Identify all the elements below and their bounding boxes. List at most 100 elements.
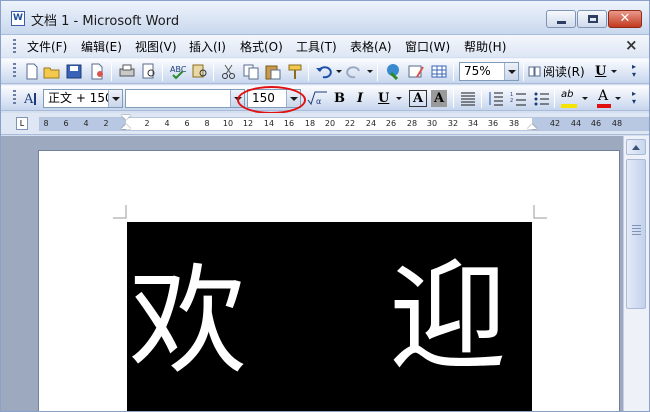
minimize-button[interactable] <box>546 10 576 28</box>
bullets-icon[interactable] <box>533 90 551 107</box>
document-char-huan: 欢 <box>129 252 248 390</box>
toolbar-separator <box>111 63 112 81</box>
highlight-dropdown-icon[interactable] <box>582 97 588 100</box>
underline-style-dropdown-icon[interactable] <box>611 70 617 73</box>
underline-button[interactable]: U <box>378 90 389 107</box>
paste-icon[interactable] <box>264 63 282 80</box>
ruler-tick: 20 <box>324 119 336 128</box>
svg-text:2: 2 <box>510 98 513 104</box>
tab-selector-button[interactable]: L <box>16 117 28 130</box>
first-line-indent-marker[interactable] <box>121 115 131 120</box>
menu-tools[interactable]: 工具(T) <box>296 38 337 55</box>
format-painter-icon[interactable] <box>286 63 304 80</box>
formatting-options-chevron-icon[interactable]: ▸ ▾ <box>632 90 640 108</box>
highlight-button[interactable]: ab <box>560 89 580 109</box>
redo-dropdown-icon[interactable] <box>367 70 373 73</box>
cut-icon[interactable] <box>220 63 238 80</box>
font-size-highlight-circle <box>237 86 306 114</box>
insert-table-icon[interactable] <box>430 63 448 80</box>
ruler-tick: 46 <box>590 119 602 128</box>
hanging-indent-marker[interactable] <box>121 124 131 129</box>
zoom-combo[interactable]: 75% <box>459 62 519 81</box>
zoom-value: 75% <box>464 64 491 78</box>
menu-grip-handle[interactable] <box>13 39 16 53</box>
print-icon[interactable] <box>118 63 136 80</box>
scroll-up-button[interactable] <box>626 139 646 155</box>
menu-edit[interactable]: 编辑(E) <box>81 38 122 55</box>
menu-format[interactable]: 格式(O) <box>240 38 283 55</box>
new-document-icon[interactable] <box>23 63 41 80</box>
undo-dropdown-icon[interactable] <box>336 70 342 73</box>
equation-editor-icon[interactable]: α <box>306 90 328 107</box>
menu-window[interactable]: 窗口(W) <box>405 38 450 55</box>
document-close-button[interactable]: × <box>625 36 638 54</box>
formatting-toolbar-grip[interactable] <box>13 90 16 104</box>
formatting-toolbar: A 正文 + 150 150 α B I U A A 12 ab A ▸ ▾ <box>1 85 649 111</box>
close-window-button[interactable]: ✕ <box>608 10 642 28</box>
permission-icon[interactable] <box>88 63 106 80</box>
undo-icon[interactable] <box>315 63 333 80</box>
styles-formatting-icon[interactable]: A <box>23 90 41 107</box>
style-combo[interactable]: 正文 + 150 <box>43 89 123 108</box>
ruler-tick: 2 <box>103 119 109 128</box>
toolbar-separator <box>162 63 163 81</box>
ruler-bar[interactable]: 8 6 4 2 2 4 6 8 10 12 14 16 18 20 22 24 … <box>39 115 649 131</box>
ruler-tick: 24 <box>365 119 377 128</box>
read-mode-button[interactable]: 阅读(R) <box>543 63 585 80</box>
standard-toolbar-grip[interactable] <box>13 63 16 77</box>
ruler-tick: 12 <box>242 119 254 128</box>
ruler-tick: 6 <box>63 119 69 128</box>
redo-icon[interactable] <box>345 63 363 80</box>
toolbar-options-chevron-icon[interactable]: ▸ ▾ <box>632 63 640 81</box>
window-title: 文档 1 - Microsoft Word <box>31 14 180 29</box>
menu-insert[interactable]: 插入(I) <box>189 38 226 55</box>
hyperlink-icon[interactable] <box>385 63 403 80</box>
bold-button[interactable]: B <box>334 90 345 107</box>
margin-corner-mark <box>533 205 547 219</box>
copy-icon[interactable] <box>242 63 260 80</box>
vertical-scrollbar[interactable] <box>623 136 649 411</box>
style-dropdown-icon[interactable] <box>108 90 122 107</box>
style-value: 正文 + 150 <box>48 91 113 105</box>
title-bar[interactable]: W 文档 1 - Microsoft Word ✕ <box>1 1 649 35</box>
highlight-color-bar <box>561 104 577 108</box>
open-folder-icon[interactable] <box>43 63 61 80</box>
research-icon[interactable] <box>191 63 209 80</box>
tables-borders-icon[interactable] <box>407 63 425 80</box>
save-icon[interactable] <box>65 63 83 80</box>
svg-text:ABC: ABC <box>170 65 187 74</box>
menu-file[interactable]: 文件(F) <box>27 38 67 55</box>
shaded-text-block[interactable]: 欢 迎 <box>127 222 532 411</box>
document-workspace: 欢 迎 <box>1 136 649 411</box>
toolbar-separator <box>453 90 454 108</box>
underline-style-button[interactable]: U <box>595 63 606 80</box>
font-color-dropdown-icon[interactable] <box>615 97 621 100</box>
document-page[interactable]: 欢 迎 <box>38 150 620 411</box>
menu-view[interactable]: 视图(V) <box>135 38 177 55</box>
maximize-button[interactable] <box>577 10 607 28</box>
right-indent-marker[interactable] <box>527 124 537 129</box>
zoom-dropdown-icon[interactable] <box>504 63 518 80</box>
ruler-tick: 32 <box>447 119 459 128</box>
read-mode-icon <box>528 66 541 77</box>
standard-toolbar: ABC 75% 阅读(R) U ▸ ▾ <box>1 58 649 84</box>
ruler-tick: 10 <box>222 119 234 128</box>
minimize-icon <box>557 21 566 24</box>
toolbar-separator <box>308 63 309 81</box>
italic-button[interactable]: I <box>357 90 363 107</box>
character-shading-button[interactable]: A <box>431 90 448 107</box>
toolbar-separator <box>523 63 524 81</box>
align-justify-icon[interactable] <box>459 90 477 107</box>
line-spacing-icon[interactable] <box>487 90 505 107</box>
font-combo[interactable] <box>125 89 245 108</box>
scroll-thumb[interactable] <box>626 159 646 309</box>
font-color-button[interactable]: A <box>595 88 613 109</box>
toolbar-separator <box>481 90 482 108</box>
menu-table[interactable]: 表格(A) <box>350 38 392 55</box>
underline-dropdown-icon[interactable] <box>396 97 402 100</box>
character-border-button[interactable]: A <box>409 90 428 107</box>
menu-help[interactable]: 帮助(H) <box>464 38 506 55</box>
numbering-icon[interactable]: 12 <box>510 90 528 107</box>
spelling-grammar-icon[interactable]: ABC <box>169 63 187 80</box>
print-preview-icon[interactable] <box>140 63 158 80</box>
